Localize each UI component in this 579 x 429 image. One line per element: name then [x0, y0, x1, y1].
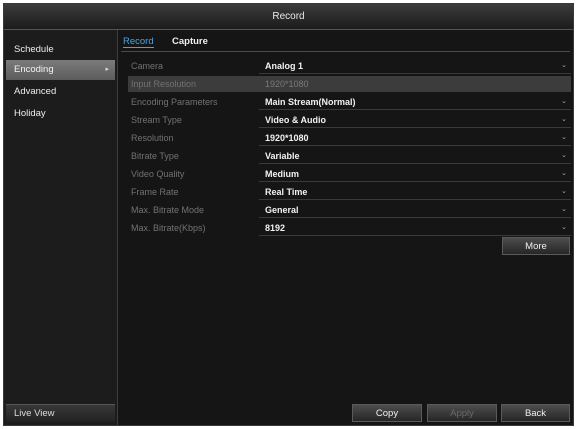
video-quality-select[interactable]: Medium ⌄: [259, 166, 571, 182]
resolution-value: 1920*1080: [265, 133, 309, 143]
tab-record[interactable]: Record: [123, 36, 154, 48]
max-bitrate-mode-label: Max. Bitrate Mode: [131, 205, 205, 215]
max-bitrate-mode-select[interactable]: General ⌄: [259, 202, 571, 218]
record-window: Record Schedule Encoding ▸ Advanced Holi…: [3, 3, 574, 426]
sidebar-item-advanced[interactable]: Advanced: [6, 82, 115, 102]
max-bitrate-select[interactable]: 8192 ⌄: [259, 220, 571, 236]
chevron-down-icon: ⌄: [561, 134, 567, 141]
encoding-parameters-select[interactable]: Main Stream(Normal) ⌄: [259, 94, 571, 110]
sidebar-item-schedule[interactable]: Schedule: [6, 40, 115, 60]
sidebar: Schedule Encoding ▸ Advanced Holiday Liv…: [4, 30, 118, 425]
form-row-input-resolution: Input Resolution 1920*1080: [128, 76, 571, 92]
form-row-video-quality: Video Quality Medium ⌄: [128, 166, 571, 182]
chevron-down-icon: ⌄: [561, 224, 567, 231]
form-row-max-bitrate-mode: Max. Bitrate Mode General ⌄: [128, 202, 571, 218]
encoding-parameters-label: Encoding Parameters: [131, 97, 218, 107]
form-row-frame-rate: Frame Rate Real Time ⌄: [128, 184, 571, 200]
frame-rate-select[interactable]: Real Time ⌄: [259, 184, 571, 200]
video-quality-label: Video Quality: [131, 169, 185, 179]
chevron-down-icon: ⌄: [561, 152, 567, 159]
bitrate-type-label: Bitrate Type: [131, 151, 179, 161]
sidebar-item-label: Schedule: [14, 44, 54, 55]
bitrate-type-select[interactable]: Variable ⌄: [259, 148, 571, 164]
chevron-down-icon: ⌄: [561, 188, 567, 195]
camera-value: Analog 1: [265, 61, 304, 71]
chevron-down-icon: ⌄: [561, 206, 567, 213]
copy-button[interactable]: Copy: [352, 404, 422, 422]
tab-divider: [121, 51, 570, 52]
stream-type-label: Stream Type: [131, 115, 182, 125]
encoding-parameters-value: Main Stream(Normal): [265, 97, 356, 107]
sidebar-item-label: Advanced: [14, 86, 57, 97]
chevron-right-icon: ▸: [105, 66, 109, 73]
chevron-down-icon: ⌄: [561, 170, 567, 177]
stream-type-select[interactable]: Video & Audio ⌄: [259, 112, 571, 128]
camera-select[interactable]: Analog 1 ⌄: [259, 58, 571, 74]
apply-button[interactable]: Apply: [427, 404, 497, 422]
form-row-max-bitrate: Max. Bitrate(Kbps) 8192 ⌄: [128, 220, 571, 236]
stream-type-value: Video & Audio: [265, 115, 327, 125]
sidebar-item-label: Encoding: [14, 64, 54, 75]
resolution-select[interactable]: 1920*1080 ⌄: [259, 130, 571, 146]
bitrate-type-value: Variable: [265, 151, 300, 161]
sidebar-item-label: Holiday: [14, 108, 46, 119]
max-bitrate-value: 8192: [265, 223, 286, 233]
sidebar-item-encoding[interactable]: Encoding ▸: [6, 60, 115, 80]
more-button[interactable]: More: [502, 237, 570, 255]
tab-capture[interactable]: Capture: [172, 36, 208, 47]
input-resolution-text: 1920*1080: [265, 79, 309, 89]
chevron-down-icon: ⌄: [561, 62, 567, 69]
frame-rate-label: Frame Rate: [131, 187, 179, 197]
max-bitrate-mode-value: General: [265, 205, 299, 215]
form-row-resolution: Resolution 1920*1080 ⌄: [128, 130, 571, 146]
resolution-label: Resolution: [131, 133, 174, 143]
form-row-stream-type: Stream Type Video & Audio ⌄: [128, 112, 571, 128]
window-title: Record: [4, 4, 573, 30]
chevron-down-icon: ⌄: [561, 116, 567, 123]
form-row-encoding-parameters: Encoding Parameters Main Stream(Normal) …: [128, 94, 571, 110]
form-row-bitrate-type: Bitrate Type Variable ⌄: [128, 148, 571, 164]
frame-rate-value: Real Time: [265, 187, 308, 197]
max-bitrate-label: Max. Bitrate(Kbps): [131, 223, 206, 233]
input-resolution-label: Input Resolution: [131, 79, 197, 89]
form-row-camera: Camera Analog 1 ⌄: [128, 58, 571, 74]
back-button[interactable]: Back: [501, 404, 570, 422]
live-view-button[interactable]: Live View: [6, 404, 115, 422]
input-resolution-value: 1920*1080: [259, 76, 571, 92]
video-quality-value: Medium: [265, 169, 300, 179]
chevron-down-icon: ⌄: [561, 98, 567, 105]
camera-label: Camera: [131, 61, 164, 71]
sidebar-item-holiday[interactable]: Holiday: [6, 104, 115, 124]
